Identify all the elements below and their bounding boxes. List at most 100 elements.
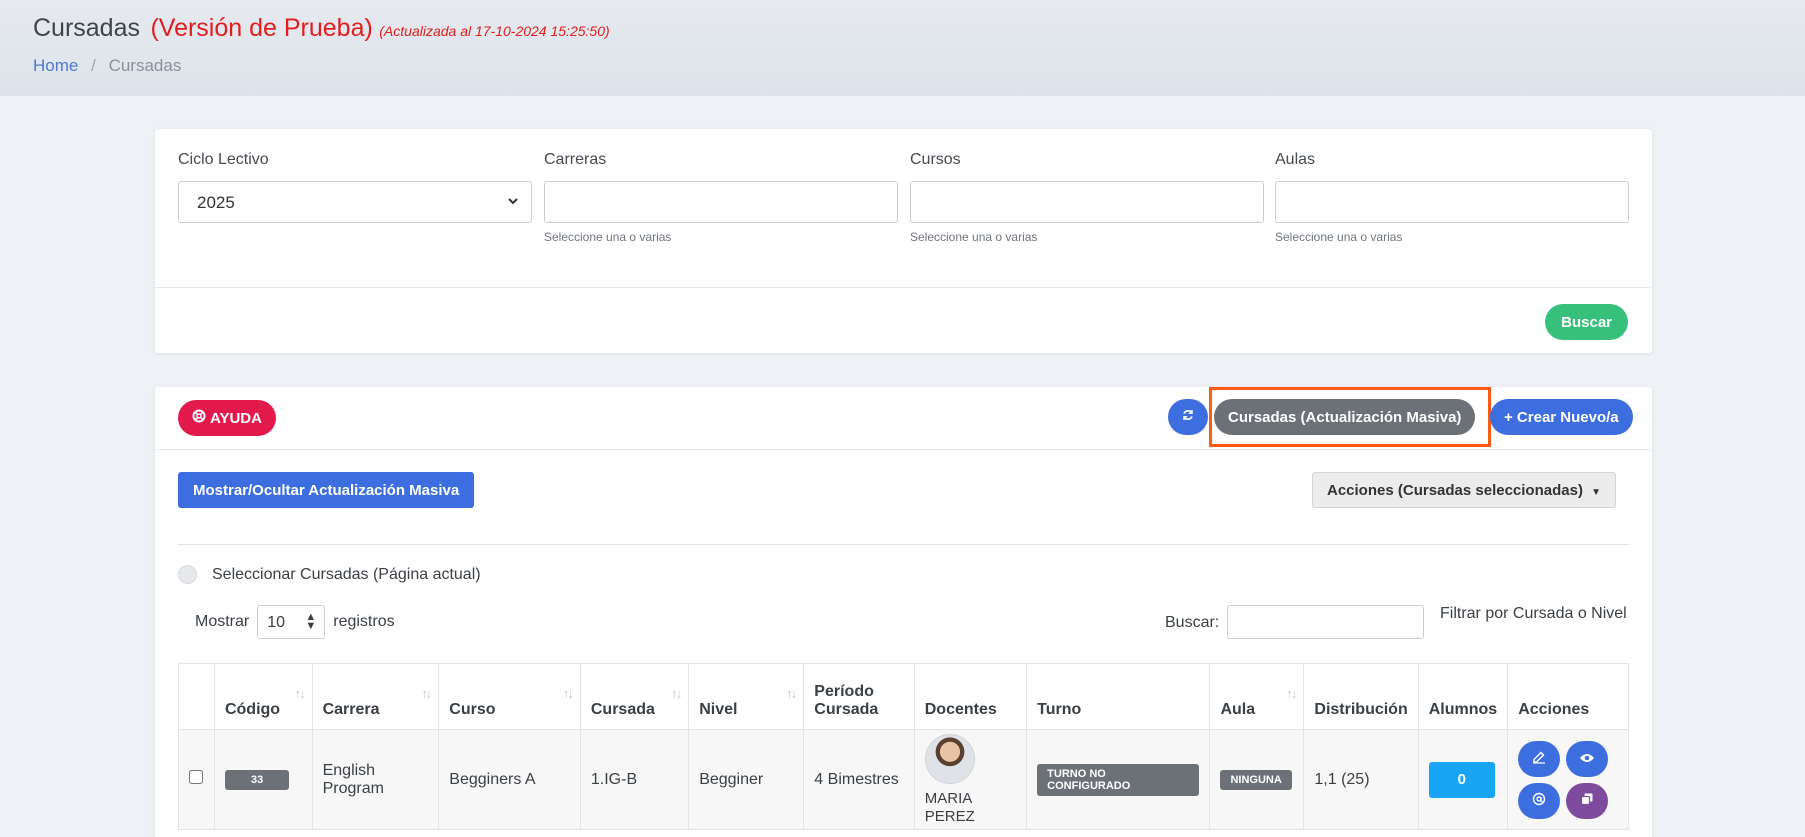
- refresh-icon: [1181, 409, 1195, 426]
- cursos-multiselect[interactable]: [910, 181, 1264, 223]
- col-curso[interactable]: Curso ↑↓: [438, 663, 581, 730]
- col-turno: Turno: [1026, 663, 1211, 730]
- page-title-text: Cursadas: [33, 14, 140, 42]
- table-search-label: Buscar:: [1165, 614, 1220, 631]
- aula-badge: NINGUNA: [1220, 769, 1292, 790]
- carrera-line-1: English: [322, 761, 376, 779]
- codigo-cell: 33: [213, 729, 313, 830]
- carreras-label: Carreras: [544, 151, 607, 168]
- updated-timestamp: (Actualizada al 17-10-2024 15:25:50): [379, 23, 610, 39]
- col-nivel[interactable]: Nivel ↑↓: [688, 663, 805, 730]
- edit-button[interactable]: [1518, 740, 1561, 777]
- ciclo-lectivo-label: Ciclo Lectivo: [178, 151, 269, 168]
- ayuda-label: AYUDA: [210, 409, 262, 427]
- periodo-cell: 4 Bimestres: [803, 729, 915, 830]
- divider: [155, 287, 1652, 288]
- actualizacion-masiva-button[interactable]: Cursadas (Actualización Masiva): [1214, 399, 1476, 435]
- select-all-label: Seleccionar Cursadas (Página actual): [212, 565, 481, 583]
- aulas-hint: Seleccione una o varias: [1275, 230, 1403, 244]
- sort-icon: ↑↓: [671, 686, 682, 701]
- col-codigo-label: Código: [224, 701, 281, 718]
- cursadas-table: Código ↑↓ Carrera ↑↓ Curso ↑↓ Cursada ↑↓ Niv…: [178, 663, 1629, 830]
- filtrar-hint: Filtrar por Cursada o Nivel: [1440, 605, 1627, 622]
- acciones-dropdown-button[interactable]: Acciones (Cursadas seleccionadas) ▼: [1312, 472, 1617, 508]
- col-codigo[interactable]: Código ↑↓: [213, 663, 313, 730]
- col-acciones: Acciones: [1507, 663, 1629, 730]
- ayuda-button[interactable]: AYUDA: [178, 400, 276, 436]
- select-all-row: Seleccionar Cursadas (Página actual): [178, 565, 481, 584]
- mostrar-label: Mostrar: [195, 613, 250, 630]
- row-checkbox[interactable]: [189, 770, 203, 784]
- col-acciones-label: Acciones: [1518, 701, 1590, 718]
- breadcrumb-home-link[interactable]: Home: [33, 56, 78, 75]
- aula-cell: NINGUNA: [1209, 729, 1305, 830]
- filter-cursos: Cursos Seleccione una o varias: [910, 151, 1264, 244]
- aulas-multiselect[interactable]: [1275, 181, 1629, 223]
- col-curso-label: Curso: [449, 701, 496, 718]
- sort-icon: ↑↓: [421, 686, 432, 701]
- docente-name: MARIA PEREZ: [924, 789, 975, 825]
- col-turno-label: Turno: [1037, 701, 1082, 718]
- col-aula[interactable]: Aula ↑↓: [1209, 663, 1305, 730]
- crear-nuevo-button[interactable]: + Crear Nuevo/a: [1490, 399, 1633, 435]
- col-nivel-label: Nivel: [699, 701, 738, 718]
- eye-icon: [1579, 751, 1595, 767]
- caret-down-icon: ▼: [1591, 486, 1602, 498]
- ciclo-lectivo-select[interactable]: 2025: [178, 181, 532, 223]
- cursada-cell: 1.IG-B: [579, 729, 690, 830]
- lifebuoy-icon: [192, 409, 206, 427]
- col-carrera[interactable]: Carrera ↑↓: [311, 663, 440, 730]
- at-sign-icon: [1532, 792, 1546, 809]
- row-actions: [1518, 740, 1618, 819]
- divider: [155, 449, 1652, 450]
- divider: [178, 544, 1629, 545]
- col-cursada-label: Cursada: [590, 701, 655, 718]
- carreras-multiselect[interactable]: [544, 181, 898, 223]
- filter-aulas: Aulas Seleccione una o varias: [1275, 151, 1629, 244]
- cursos-label: Cursos: [910, 151, 961, 168]
- registros-label: registros: [333, 613, 395, 630]
- distribucion-cell: 1,1 (25): [1303, 729, 1419, 830]
- chevron-down-icon: [507, 191, 519, 214]
- col-periodo-label-2: Cursada: [814, 701, 879, 718]
- alumnos-cell: 0: [1417, 729, 1509, 830]
- page-length-select[interactable]: 10 ▲ ▼: [257, 605, 326, 639]
- edit-icon: [1532, 750, 1546, 767]
- cursos-hint: Seleccione una o varias: [910, 230, 1038, 244]
- refresh-button[interactable]: [1168, 399, 1208, 435]
- acciones-label: Acciones (Cursadas seleccionadas): [1327, 481, 1583, 499]
- version-label: (Versión de Prueba): [150, 14, 373, 42]
- select-all-toggle[interactable]: [178, 565, 197, 584]
- col-docentes: Docentes: [913, 663, 1028, 730]
- col-distribucion: Distribución: [1303, 663, 1419, 730]
- docentes-cell: MARIA PEREZ: [913, 729, 1028, 830]
- view-button[interactable]: [1566, 740, 1609, 777]
- copy-icon: [1580, 792, 1594, 809]
- table-search-input[interactable]: [1227, 605, 1424, 639]
- carrera-cell: English Program: [311, 729, 440, 830]
- sort-icon: ↑↓: [1286, 686, 1297, 701]
- acciones-cell: [1507, 729, 1629, 830]
- page-title: Cursadas (Versión de Prueba) (Actualizad…: [33, 14, 610, 43]
- cursadas-card: AYUDA Cursadas (Actualización Masiva) + …: [155, 387, 1652, 837]
- col-alumnos: Alumnos: [1417, 663, 1509, 730]
- filter-ciclo-lectivo: Ciclo Lectivo 2025: [178, 151, 532, 223]
- page-length-value: 10: [267, 614, 286, 631]
- col-select: [178, 663, 215, 730]
- nivel-cell: Begginer: [688, 729, 805, 830]
- curso-cell: Begginers A: [438, 729, 581, 830]
- col-carrera-label: Carrera: [322, 701, 380, 718]
- buscar-button[interactable]: Buscar: [1545, 304, 1628, 340]
- col-cursada[interactable]: Cursada ↑↓: [579, 663, 690, 730]
- table-header-row: Código ↑↓ Carrera ↑↓ Curso ↑↓ Cursada ↑↓ Niv…: [178, 663, 1629, 730]
- email-button[interactable]: [1518, 782, 1561, 819]
- filters-card: Ciclo Lectivo 2025 Carreras Seleccione u…: [155, 129, 1652, 353]
- mostrar-ocultar-button[interactable]: Mostrar/Ocultar Actualización Masiva: [178, 472, 475, 508]
- avatar: [924, 733, 975, 784]
- duplicate-button[interactable]: [1566, 782, 1609, 819]
- alumnos-count-button[interactable]: 0: [1428, 761, 1495, 798]
- breadcrumb-separator: /: [91, 56, 96, 75]
- col-periodo: Período Cursada: [803, 663, 915, 730]
- col-alumnos-label: Alumnos: [1428, 701, 1498, 718]
- page-header: Cursadas (Versión de Prueba) (Actualizad…: [0, 0, 1805, 96]
